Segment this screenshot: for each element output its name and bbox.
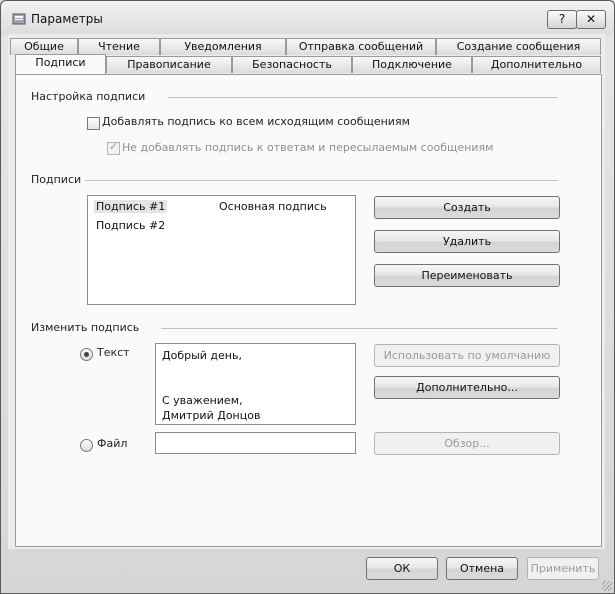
browse-button[interactable]: Обзор... [374, 432, 560, 455]
text-radio[interactable] [80, 348, 93, 361]
signature-note: Основная подпись [219, 200, 327, 213]
tab-connection[interactable]: Подключение [352, 56, 472, 73]
file-radio-label[interactable]: Файл [97, 437, 127, 450]
file-path-input[interactable] [155, 432, 356, 454]
signatures-group-title: Подписи [31, 173, 86, 186]
title-bar: Параметры ? ✕ [1, 1, 614, 35]
tab-sending[interactable]: Отправка сообщений [286, 38, 436, 55]
group-divider [161, 328, 558, 329]
no-reply-checkbox[interactable]: ✓ [107, 140, 120, 155]
file-radio[interactable] [80, 439, 93, 452]
help-button[interactable]: ? [547, 10, 577, 29]
signature-name: Подпись #1 [96, 200, 166, 213]
resize-grip-icon[interactable] [602, 581, 612, 591]
tab-compose[interactable]: Создание сообщения [436, 38, 601, 55]
close-button[interactable]: ✕ [576, 10, 606, 29]
rename-button[interactable]: Переименовать [374, 264, 560, 287]
tab-notifications[interactable]: Уведомления [160, 38, 286, 55]
cancel-button[interactable]: Отмена [446, 557, 518, 580]
add-signature-label[interactable]: Добавлять подпись ко всем исходящим сооб… [102, 115, 410, 128]
tab-security[interactable]: Безопасность [232, 56, 352, 73]
advanced-button[interactable]: Дополнительно... [374, 376, 560, 399]
tab-advanced[interactable]: Дополнительно [472, 56, 601, 73]
no-reply-label[interactable]: Не добавлять подпись к ответам и пересыл… [122, 141, 493, 154]
list-item[interactable]: Подпись #1 [94, 200, 168, 213]
signature-text-area[interactable]: Добрый день, С уважением, Дмитрий Донцов [155, 343, 356, 425]
add-signature-checkbox[interactable] [87, 117, 100, 130]
delete-button[interactable]: Удалить [374, 230, 560, 253]
window-title: Параметры [31, 12, 103, 26]
signature-text: Добрый день, С уважением, Дмитрий Донцов [162, 349, 261, 422]
ok-button[interactable]: ОК [366, 557, 438, 580]
signatures-panel: Настройка подписи Добавлять подпись ко в… [15, 74, 602, 547]
list-item[interactable]: Подпись #2 [96, 219, 165, 232]
use-default-button[interactable]: Использовать по умолчанию [374, 344, 560, 367]
signatures-list[interactable]: Подпись #1 Основная подпись Подпись #2 [87, 195, 356, 305]
create-button[interactable]: Создать [374, 196, 560, 219]
close-icon: ✕ [585, 12, 597, 26]
edit-group-title: Изменить подпись [31, 321, 144, 334]
group-divider [168, 97, 558, 98]
text-radio-label[interactable]: Текст [97, 346, 130, 359]
tab-reading[interactable]: Чтение [78, 38, 160, 55]
settings-group-title: Настройка подписи [31, 90, 150, 103]
tab-general[interactable]: Общие [10, 38, 78, 55]
tab-spelling[interactable]: Правописание [106, 56, 232, 73]
group-divider [84, 180, 558, 181]
signature-name: Подпись #2 [96, 219, 166, 232]
checkmark-icon: ✓ [109, 140, 119, 153]
apply-button[interactable]: Применить [527, 557, 599, 580]
app-icon [12, 13, 26, 25]
tab-signatures[interactable]: Подписи [15, 54, 106, 74]
options-dialog: Параметры ? ✕ Общие Чтение Уведомления О… [0, 0, 615, 594]
radio-dot [84, 352, 89, 357]
